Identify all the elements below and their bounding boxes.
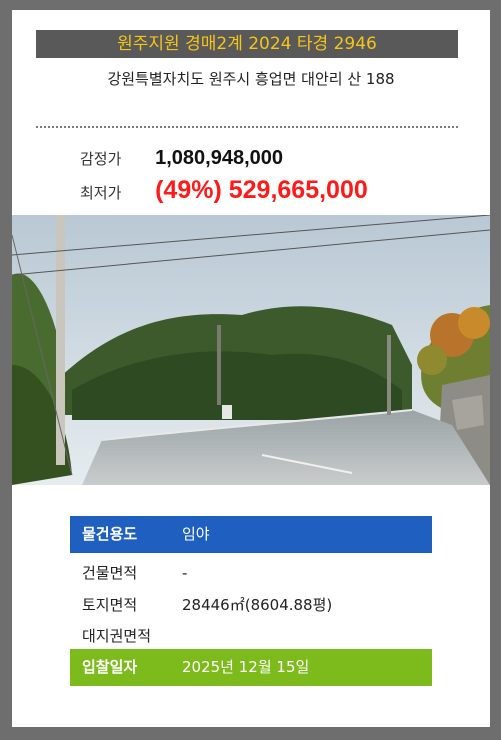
land-right-area-label: 대지권면적 bbox=[82, 627, 152, 645]
land-area-row: 토지면적 28446㎡(8604.88평) bbox=[70, 590, 432, 620]
usage-label: 물건용도 bbox=[82, 525, 138, 543]
building-area-row: 건물면적 - bbox=[70, 558, 432, 588]
auction-card: 원주지원 경매2계 2024 타경 2946 강원특별자치도 원주시 흥업면 대… bbox=[12, 10, 490, 727]
dotted-divider bbox=[36, 126, 458, 128]
land-area-value: 28446㎡(8604.88평) bbox=[182, 596, 333, 614]
minimum-price-row: 최저가 (49%) 529,665,000 bbox=[80, 176, 368, 205]
property-address: 강원특별자치도 원주시 흥업면 대안리 산 188 bbox=[107, 70, 395, 88]
bid-date-value: 2025년 12월 15일 bbox=[182, 658, 310, 676]
appraisal-label: 감정가 bbox=[80, 150, 122, 168]
land-area-label: 토지면적 bbox=[82, 596, 138, 614]
appraisal-row: 감정가 1,080,948,000 bbox=[80, 147, 283, 170]
building-area-label: 건물면적 bbox=[82, 564, 138, 582]
usage-row: 물건용도 임야 bbox=[70, 516, 432, 553]
land-right-area-row: 대지권면적 bbox=[70, 621, 432, 651]
case-title: 원주지원 경매2계 2024 타경 2946 bbox=[36, 30, 458, 58]
building-area-value: - bbox=[182, 564, 188, 582]
property-photo bbox=[12, 215, 490, 485]
usage-value: 임야 bbox=[182, 525, 210, 543]
bid-date-label: 입찰일자 bbox=[82, 658, 138, 676]
bid-date-row: 입찰일자 2025년 12월 15일 bbox=[70, 649, 432, 686]
appraisal-value: 1,080,948,000 bbox=[155, 147, 283, 169]
minimum-price-label: 최저가 bbox=[80, 184, 122, 202]
minimum-price-value: (49%) 529,665,000 bbox=[155, 176, 368, 204]
